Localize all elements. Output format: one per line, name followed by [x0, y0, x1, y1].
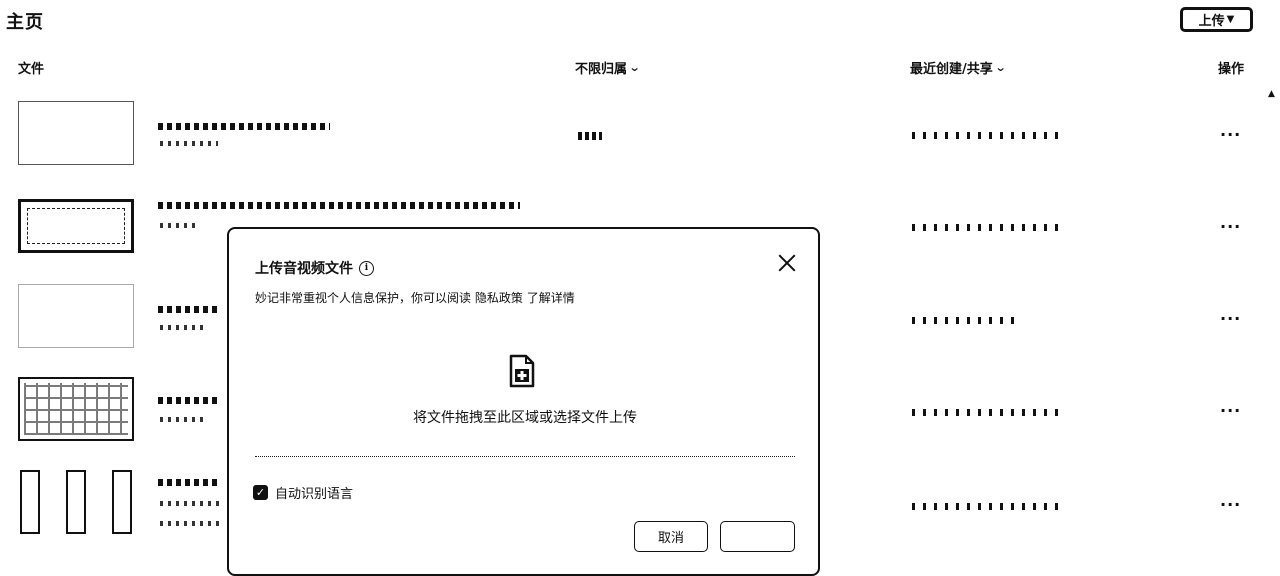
caret-down-icon: ▼	[1226, 14, 1235, 25]
more-actions-button[interactable]: ···	[1220, 401, 1241, 420]
confirm-button[interactable]	[720, 521, 795, 552]
file-meta-redacted	[160, 223, 200, 228]
file-thumbnail	[18, 199, 134, 253]
file-thumbnail	[18, 377, 134, 441]
file-name-redacted	[158, 479, 218, 486]
file-name-redacted	[158, 397, 220, 404]
upload-button[interactable]: 上传 ▼	[1180, 7, 1253, 32]
column-header-ops: 操作	[1218, 62, 1245, 77]
file-name-redacted	[158, 123, 330, 130]
privacy-suffix: 了解详情	[526, 291, 575, 305]
date-redacted	[912, 132, 1062, 139]
chevron-down-icon: ⌄	[628, 61, 641, 74]
created-sort-label: 最近创建/共享	[910, 62, 993, 77]
upload-dialog: 上传音视频文件 i 妙记非常重视个人信息保护，你可以阅读 隐私政策 了解详情 将…	[227, 227, 820, 576]
file-meta-redacted	[160, 521, 220, 526]
file-name-redacted	[158, 202, 520, 209]
privacy-notice: 妙记非常重视个人信息保护，你可以阅读 隐私政策 了解详情	[255, 289, 575, 306]
chevron-down-icon: ⌄	[994, 61, 1007, 74]
owner-filter-label: 不限归属	[575, 62, 628, 77]
file-meta-redacted	[160, 417, 208, 422]
privacy-policy-link[interactable]: 隐私政策	[475, 291, 523, 305]
page-title: 主页	[6, 12, 44, 33]
close-icon[interactable]	[775, 251, 799, 275]
date-redacted	[912, 317, 1020, 324]
date-redacted	[912, 224, 1062, 231]
dropzone-text: 将文件拖拽至此区域或选择文件上传	[413, 410, 637, 426]
file-meta-redacted	[160, 141, 218, 146]
cancel-button[interactable]: 取消	[634, 521, 708, 552]
file-plus-icon	[509, 354, 535, 388]
owner-filter-dropdown[interactable]: 不限归属 ⌄	[575, 58, 641, 77]
column-header-file: 文件	[18, 62, 45, 77]
created-sort-dropdown[interactable]: 最近创建/共享 ⌄	[910, 58, 1007, 77]
date-redacted	[912, 503, 1062, 510]
checkbox-checked-icon: ✓	[253, 485, 268, 500]
dialog-header: 上传音视频文件 i	[255, 258, 374, 278]
info-icon[interactable]: i	[359, 260, 374, 276]
more-actions-button[interactable]: ···	[1220, 217, 1241, 236]
more-actions-button[interactable]: ···	[1220, 495, 1241, 514]
more-actions-button[interactable]: ···	[1220, 125, 1241, 144]
privacy-text: 妙记非常重视个人信息保护，你可以阅读	[255, 291, 472, 305]
file-thumbnail	[18, 101, 134, 165]
file-meta-redacted	[160, 501, 222, 506]
file-thumbnail	[18, 466, 134, 538]
file-meta-redacted	[160, 325, 208, 330]
file-thumbnail	[18, 284, 134, 348]
upload-label: 上传	[1198, 14, 1225, 29]
auto-detect-label: 自动识别语言	[275, 487, 354, 502]
dialog-title: 上传音视频文件	[255, 261, 353, 277]
more-actions-button[interactable]: ···	[1220, 309, 1241, 328]
date-redacted	[912, 409, 1062, 416]
file-row[interactable]: ···	[0, 89, 1280, 181]
file-name-redacted	[158, 306, 218, 313]
auto-detect-language-checkbox[interactable]: ✓ 自动识别语言	[253, 483, 353, 502]
file-dropzone[interactable]: 将文件拖拽至此区域或选择文件上传	[255, 327, 795, 457]
owner-redacted	[578, 132, 602, 140]
